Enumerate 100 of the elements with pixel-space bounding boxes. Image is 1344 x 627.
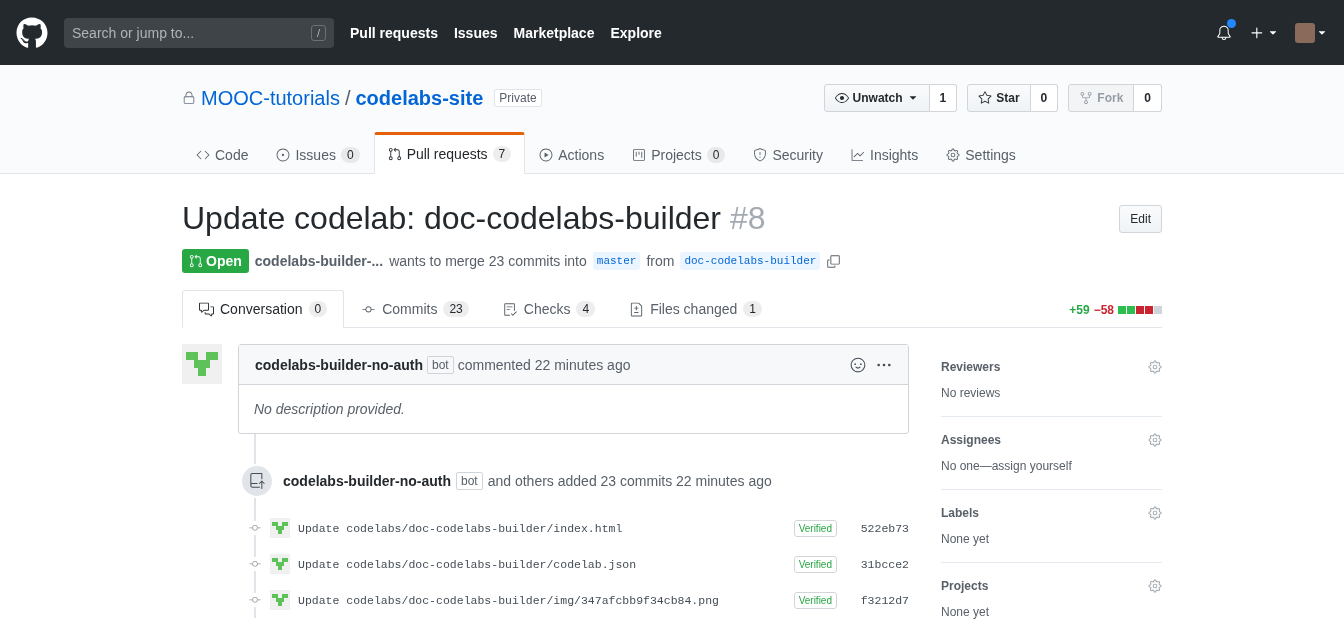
pull-request-number: #8	[729, 200, 766, 236]
from-text: from	[646, 253, 675, 269]
tab-counter: 0	[308, 301, 328, 317]
shield-icon	[753, 148, 768, 162]
tab-label: Security	[772, 147, 823, 163]
settings-icon[interactable]	[1148, 579, 1162, 593]
search-field[interactable]: Search or jump to... /	[64, 17, 334, 48]
star-count[interactable]: 0	[1030, 84, 1059, 112]
identicon-icon	[270, 554, 290, 574]
visibility-label: Private	[494, 89, 542, 107]
bot-label: bot	[456, 472, 483, 490]
repository-tab[interactable]: Pull requests 7	[373, 132, 526, 174]
tab-label: Commits	[382, 301, 438, 317]
identicon-icon	[182, 344, 222, 384]
commit-message[interactable]: Update codelabs/doc-codelabs-builder/img/347afcbb9f34cb84.png	[298, 593, 719, 607]
pull-request-tab[interactable]: Conversation 0	[182, 290, 345, 328]
pull-request-tab[interactable]: Checks 4	[485, 290, 613, 328]
sidebar-value: No one—assign yourself	[941, 459, 1073, 473]
settings-icon[interactable]	[1148, 360, 1162, 374]
nav-link[interactable]: Explore	[610, 24, 662, 41]
file-diff-icon	[629, 301, 645, 317]
avatar-placeholder	[1295, 22, 1315, 43]
settings-icon[interactable]	[1148, 433, 1162, 447]
owner-link[interactable]: MOOC-tutorials	[201, 86, 340, 110]
repository-tab[interactable]: Issues 0	[262, 134, 374, 174]
pull-request-icon	[387, 147, 402, 161]
repository-link[interactable]: codelabs-site	[355, 86, 484, 110]
sidebar-heading: Labels	[941, 506, 979, 520]
shortcut-key: /	[310, 24, 326, 41]
author-link[interactable]: codelabs-builder-...	[254, 253, 384, 269]
settings-icon[interactable]	[1148, 506, 1162, 520]
tab-counter: 4	[576, 301, 596, 317]
tab-label: Actions	[558, 147, 605, 163]
checklist-icon	[502, 301, 518, 317]
sidebar-heading: Projects	[941, 579, 989, 593]
pull-request-tab[interactable]: Files changed 1	[612, 290, 779, 328]
copy-button[interactable]	[826, 253, 842, 269]
tab-counter: 0	[340, 147, 360, 163]
watch-count[interactable]: 1	[929, 84, 958, 112]
tab-counter: 7	[492, 146, 512, 162]
tab-label: Code	[215, 147, 249, 163]
repository-tab[interactable]: Security	[739, 134, 837, 174]
reaction-icon[interactable]	[850, 356, 866, 373]
identicon-icon	[270, 590, 290, 610]
tab-counter: 23	[443, 301, 469, 317]
sidebar-heading: Reviewers	[941, 360, 1001, 374]
code-icon	[196, 148, 210, 162]
tab-label: Projects	[651, 147, 702, 163]
comment-author[interactable]: codelabs-builder-no-auth	[255, 356, 423, 373]
tab-label: Checks	[523, 301, 571, 317]
commit-sha[interactable]: 31bcce2	[845, 557, 909, 571]
star-button[interactable]: Star	[967, 84, 1031, 112]
project-board-icon	[632, 148, 647, 162]
fork-icon	[1079, 91, 1094, 105]
additions-count: +59	[1069, 303, 1090, 317]
commit-sha[interactable]: f3212d7	[845, 593, 909, 607]
merge-summary: wants to merge 23 commits into	[389, 253, 587, 269]
sidebar-heading: Assignees	[941, 433, 1002, 447]
notification-bell-icon[interactable]	[1216, 24, 1232, 41]
settings-icon	[946, 148, 961, 162]
play-icon	[539, 148, 554, 162]
nav-link[interactable]: Pull requests	[350, 24, 438, 41]
user-menu-button[interactable]	[1295, 22, 1328, 43]
repository-tab[interactable]: Actions	[525, 134, 619, 174]
tab-label: Insights	[870, 147, 919, 163]
identicon-icon	[270, 518, 290, 538]
sidebar-value: No reviews	[941, 386, 1002, 400]
head-branch[interactable]: doc-codelabs-builder	[680, 252, 821, 270]
github-logo-icon[interactable]	[16, 16, 48, 49]
lock-icon	[182, 91, 196, 105]
nav-link[interactable]: Marketplace	[513, 24, 595, 41]
eye-icon	[834, 91, 849, 105]
issue-icon	[276, 148, 291, 162]
comment-body: No description provided.	[253, 400, 406, 419]
tab-label: Issues	[295, 147, 336, 163]
commit-message[interactable]: Update codelabs/doc-codelabs-builder/codelab.json	[298, 557, 637, 571]
edit-button[interactable]: Edit	[1119, 204, 1162, 233]
repository-tab[interactable]: Projects 0	[618, 134, 740, 174]
state-badge: Open	[182, 249, 249, 273]
pull-request-tab[interactable]: Commits 23	[344, 290, 486, 328]
speech-bubbles-icon	[199, 301, 214, 317]
path-separator: /	[344, 86, 351, 110]
commit-message[interactable]: Update codelabs/doc-codelabs-builder/index.html	[298, 521, 623, 535]
tab-label: Pull requests	[406, 146, 488, 162]
watch-button[interactable]: Unwatch	[823, 84, 930, 112]
tab-counter: 1	[743, 301, 762, 317]
nav-link[interactable]: Issues	[453, 24, 498, 41]
comment-time: commented 22 minutes ago	[457, 356, 631, 373]
sidebar-value: None yet	[941, 532, 991, 546]
commit-sha[interactable]: 522eb73	[845, 521, 909, 535]
repository-tab[interactable]: Insights	[837, 134, 933, 174]
bot-label: bot	[427, 355, 454, 374]
tab-label: Settings	[965, 147, 1016, 163]
tab-label: Files changed	[650, 301, 738, 317]
repository-tab[interactable]: Code	[182, 134, 263, 174]
repository-tab[interactable]: Settings	[932, 134, 1030, 174]
commit-author[interactable]: codelabs-builder-no-auth	[283, 473, 451, 489]
pull-request-title: Update codelab: doc-codelabs-builder #8	[182, 200, 766, 237]
base-branch[interactable]: master	[592, 252, 641, 270]
commits-summary: and others added 23 commits 22 minutes ago	[487, 473, 772, 489]
